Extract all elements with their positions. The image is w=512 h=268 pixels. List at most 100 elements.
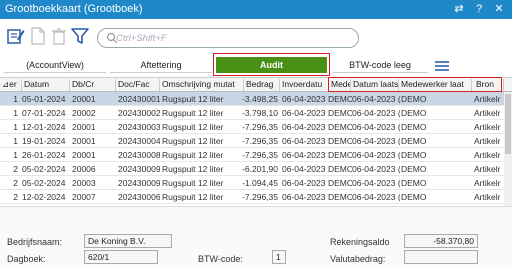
col-header-dbcr[interactable]: Db/Cr xyxy=(70,79,116,91)
valutabedrag-label: Valutabedrag: xyxy=(330,254,386,264)
cell-datum: 05-02-2024 xyxy=(22,164,66,174)
cell-medewerker: DEMO xyxy=(401,150,427,160)
col-header-per[interactable]: ⊿er xyxy=(0,79,22,91)
cell-datum: 19-01-2024 xyxy=(22,136,66,146)
filter-icon[interactable] xyxy=(71,27,89,45)
cell-datum-laatst: 06-04-2023 ( xyxy=(352,164,400,174)
col-header-docfac[interactable]: Doc/Fac xyxy=(116,79,160,91)
cell-medewerker: DEMO xyxy=(401,164,427,174)
cell-dbcr: 20002 xyxy=(72,108,96,118)
ledger-table: ⊿er Datum Db/Cr Doc/Fac Omschrijving mut… xyxy=(0,77,512,206)
cell-datum-laatst: 06-04-2023 ( xyxy=(352,150,400,160)
audit-tab-highlight xyxy=(213,53,330,76)
cell-mede: DEMO xyxy=(328,122,352,132)
cell-mede: DEMO xyxy=(328,192,352,202)
dagboek-field: 620/1 xyxy=(84,250,158,264)
cell-medewerker: DEMO xyxy=(401,136,427,146)
cell-doc: 202430006 xyxy=(118,192,160,202)
cell-per: 2 xyxy=(13,164,18,174)
cell-oms: Rugspuit 12 liter xyxy=(162,192,224,202)
cell-dbcr: 20003 xyxy=(72,178,96,188)
cell-invoer: 06-04-2023 ( xyxy=(282,122,328,132)
restore-icon[interactable]: ⇄ xyxy=(452,2,466,16)
cell-doc: 202430002 xyxy=(118,108,160,118)
cell-medewerker: DEMO xyxy=(401,192,427,202)
cell-bron: Artikelr xyxy=(474,108,501,118)
cell-mede: DEMO xyxy=(328,150,352,160)
cell-doc: 202430004 xyxy=(118,136,160,146)
close-icon[interactable]: ✕ xyxy=(492,2,506,16)
cell-bedrag: -7.296,35 xyxy=(242,150,278,160)
help-icon[interactable]: ? xyxy=(472,2,486,16)
rekeningsaldo-label: Rekeningsaldo xyxy=(330,237,390,247)
window-title: Grootboekkaart (Grootboek) xyxy=(5,3,143,15)
bedrijfsnaam-field: De Koning B.V. xyxy=(84,234,172,248)
cell-per: 2 xyxy=(13,192,18,202)
tab-aftettering[interactable]: Aftettering xyxy=(110,57,212,73)
edit-icon[interactable] xyxy=(7,27,25,45)
cell-medewerker: DEMO xyxy=(401,94,427,104)
cell-mede: DEMO xyxy=(328,108,352,118)
cell-dbcr: 20001 xyxy=(72,150,96,160)
cell-bron: Artikelr xyxy=(474,94,501,104)
table-row[interactable]: 1 05-01-2024 20001 202430001 Rugspuit 12 lit… xyxy=(0,92,504,106)
cell-bron: Artikelr xyxy=(474,150,501,160)
col-header-invoerdatum[interactable]: Invoerdatu xyxy=(280,79,329,91)
cell-datum: 12-02-2024 xyxy=(22,192,66,202)
cell-bedrag: -7.296,35 xyxy=(242,192,278,202)
cell-datum-laatst: 06-04-2023 ( xyxy=(352,108,400,118)
rekeningsaldo-field: -58.370,80 xyxy=(404,234,478,248)
table-row[interactable]: 1 26-01-2024 20001 202430008 Rugspuit 12 lit… xyxy=(0,148,504,162)
cell-mede: DEMO xyxy=(328,164,352,174)
new-document-icon[interactable] xyxy=(29,27,47,45)
table-row[interactable]: 1 12-01-2024 20001 202430003 Rugspuit 12 lit… xyxy=(0,120,504,134)
cell-bron: Artikelr xyxy=(474,192,501,202)
cell-bron: Artikelr xyxy=(474,122,501,132)
cell-datum: 12-01-2024 xyxy=(22,122,66,132)
cell-bedrag: -7.296,35 xyxy=(242,136,278,146)
table-row[interactable]: 2 05-02-2024 20003 202430009 Rugspuit 12 lit… xyxy=(0,176,504,190)
tab-accountview[interactable]: (AccountView) xyxy=(4,57,106,73)
cell-bedrag: -3.498,25 xyxy=(242,94,278,104)
cell-datum-laatst: 06-04-2023 ( xyxy=(352,122,400,132)
cell-oms: Rugspuit 12 liter xyxy=(162,122,224,132)
col-header-bedrag[interactable]: Bedrag xyxy=(244,79,280,91)
cell-invoer: 06-04-2023 ( xyxy=(282,136,328,146)
delete-icon[interactable] xyxy=(50,27,68,45)
col-header-omschrijving[interactable]: Omschrijving mutat xyxy=(160,79,244,91)
table-row[interactable]: 1 19-01-2024 20001 202430004 Rugspuit 12 lit… xyxy=(0,134,504,148)
valutabedrag-field xyxy=(404,250,478,264)
cell-medewerker: DEMO xyxy=(401,122,427,132)
table-row[interactable]: 1 07-01-2024 20002 202430002 Rugspuit 12 lit… xyxy=(0,106,504,120)
search-input[interactable]: Ctrl+Shift+F xyxy=(97,28,359,48)
table-row[interactable]: 2 12-02-2024 20007 202430006 Rugspuit 12 lit… xyxy=(0,190,504,204)
cell-bedrag: -7.296,35 xyxy=(242,122,278,132)
cell-invoer: 06-04-2023 ( xyxy=(282,178,328,188)
hamburger-menu-icon[interactable] xyxy=(434,60,450,72)
cell-per: 2 xyxy=(13,178,18,188)
tab-btw-code-leeg[interactable]: BTW-code leeg xyxy=(332,57,428,73)
audit-columns-highlight xyxy=(328,77,502,92)
cell-oms: Rugspuit 12 liter xyxy=(162,178,224,188)
cell-dbcr: 20007 xyxy=(72,192,96,202)
scrollbar-thumb[interactable] xyxy=(505,94,511,154)
cell-bedrag: -3.798,10 xyxy=(242,108,278,118)
cell-per: 1 xyxy=(13,94,18,104)
cell-bron: Artikelr xyxy=(474,136,501,146)
cell-dbcr: 20001 xyxy=(72,122,96,132)
cell-dbcr: 20001 xyxy=(72,94,96,104)
col-header-datum[interactable]: Datum xyxy=(22,79,70,91)
cell-invoer: 06-04-2023 ( xyxy=(282,108,328,118)
cell-per: 1 xyxy=(13,136,18,146)
cell-oms: Rugspuit 12 liter xyxy=(162,150,224,160)
dagboek-label: Dagboek: xyxy=(7,254,46,264)
cell-per: 1 xyxy=(13,108,18,118)
table-row[interactable]: 2 05-02-2024 20006 202430009 Rugspuit 12 lit… xyxy=(0,162,504,176)
vertical-scrollbar[interactable] xyxy=(504,92,512,206)
cell-doc: 202430009 xyxy=(118,178,160,188)
cell-oms: Rugspuit 12 liter xyxy=(162,94,224,104)
cell-oms: Rugspuit 12 liter xyxy=(162,164,224,174)
cell-mede: DEMO xyxy=(328,178,352,188)
cell-dbcr: 20001 xyxy=(72,136,96,146)
cell-datum-laatst: 06-04-2023 ( xyxy=(352,94,400,104)
